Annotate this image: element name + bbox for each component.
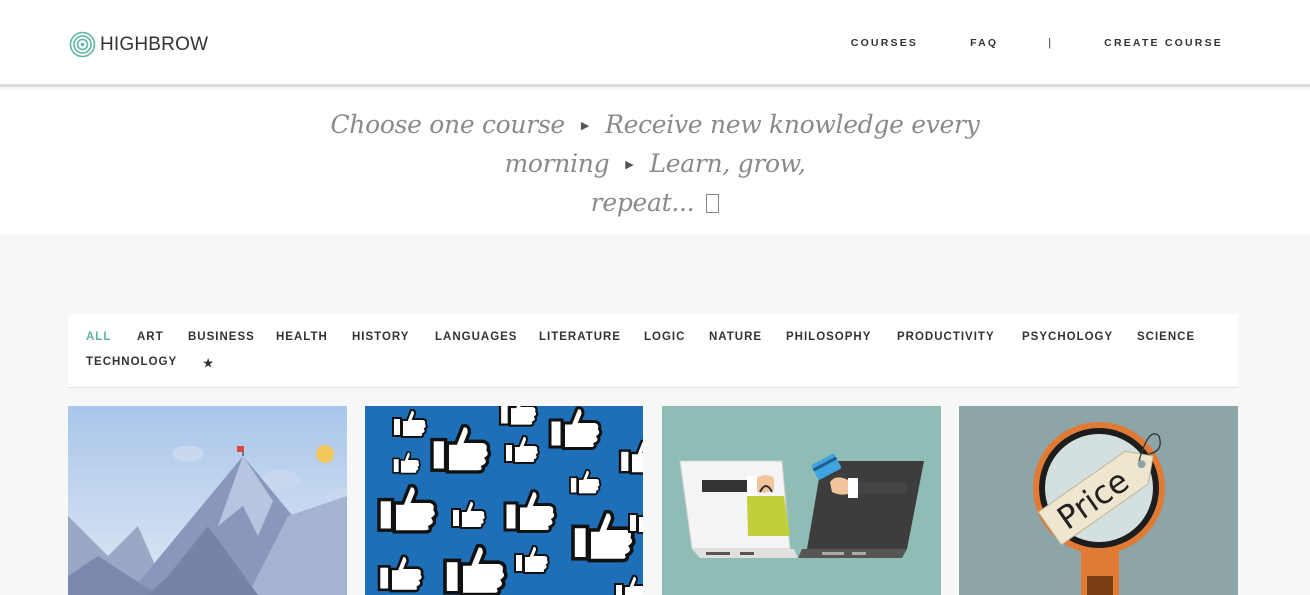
arrow-right-icon: ▶ [580, 119, 590, 132]
main-nav: COURSES FAQ | CREATE COURSE [851, 37, 1223, 49]
category-health[interactable]: HEALTH [276, 331, 328, 343]
mountain-summit-illustration [68, 406, 347, 595]
nav-create-course-link[interactable]: CREATE COURSE [1104, 37, 1223, 49]
category-favorites-star-icon[interactable]: ★ [203, 356, 214, 370]
tagline-step-learn: Learn, grow, [649, 149, 806, 178]
tagline-step-repeat: repeat... [590, 188, 695, 217]
logo-text: HIGHBROW [100, 33, 209, 55]
arrow-right-icon: ▶ [625, 158, 634, 171]
category-all[interactable]: ALL [86, 331, 111, 343]
hero-section: Choose one course ▶ Receive new knowledge … [0, 90, 1310, 234]
tagline-step-choose: Choose one course [330, 110, 565, 139]
course-card-online-shopping[interactable] [662, 406, 941, 595]
category-nature[interactable]: NATURE [709, 331, 762, 343]
site-header: HIGHBROW COURSES FAQ | CREATE COURSE [0, 0, 1310, 87]
course-card-thumbs-up[interactable] [365, 406, 644, 595]
category-logic[interactable]: LOGIC [644, 331, 685, 343]
course-card-mountain[interactable] [68, 406, 347, 595]
category-literature[interactable]: LITERATURE [539, 331, 621, 343]
category-art[interactable]: ART [137, 331, 164, 343]
category-filter-bar: ALL ART BUSINESS HEALTH HISTORY LANGUAGE… [68, 314, 1238, 388]
category-psychology[interactable]: PSYCHOLOGY [1022, 331, 1113, 343]
category-technology[interactable]: TECHNOLOGY [86, 356, 177, 368]
logo[interactable]: HIGHBROW [69, 31, 208, 58]
nav-separator: | [1048, 37, 1052, 49]
category-languages[interactable]: LANGUAGES [435, 331, 517, 343]
nav-faq-link[interactable]: FAQ [970, 37, 998, 49]
laptops-shopping-illustration [662, 406, 941, 595]
typing-cursor-icon [706, 194, 720, 213]
category-productivity[interactable]: PRODUCTIVITY [897, 331, 995, 343]
category-philosophy[interactable]: PHILOSOPHY [786, 331, 871, 343]
nav-courses-link[interactable]: COURSES [851, 37, 918, 49]
category-science[interactable]: SCIENCE [1137, 331, 1195, 343]
magnifier-price-tag-illustration: Price [959, 406, 1238, 595]
hero-tagline: Choose one course ▶ Receive new knowledge … [230, 106, 1080, 222]
logo-spiral-icon [69, 31, 96, 58]
course-card-price[interactable]: Price [959, 406, 1238, 595]
thumbs-up-pattern-illustration [365, 406, 643, 595]
category-business[interactable]: BUSINESS [188, 331, 255, 343]
category-history[interactable]: HISTORY [352, 331, 409, 343]
